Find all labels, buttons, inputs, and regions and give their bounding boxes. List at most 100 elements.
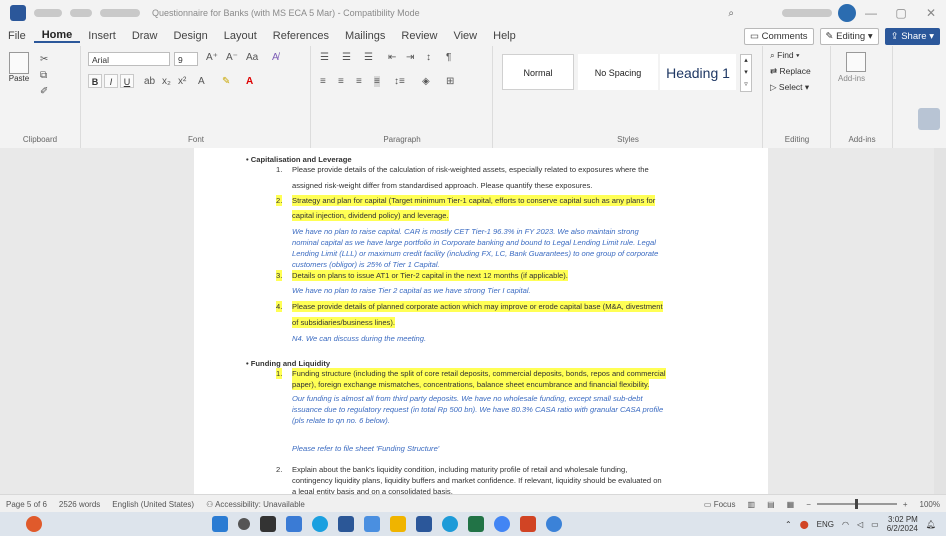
subscript-icon[interactable]: x₂	[162, 76, 171, 87]
zoom-in-icon[interactable]: +	[897, 500, 914, 509]
battery-icon[interactable]: ▭	[871, 520, 879, 529]
style-no-spacing[interactable]: No Spacing	[578, 54, 658, 90]
excel-icon[interactable]	[468, 516, 484, 532]
skype-icon[interactable]	[442, 516, 458, 532]
shading-icon[interactable]: ◈	[422, 76, 430, 87]
clear-formatting-icon[interactable]: A̸	[272, 52, 279, 63]
tab-insert[interactable]: Insert	[80, 30, 124, 42]
powerpoint-icon[interactable]	[520, 516, 536, 532]
addins-icon[interactable]	[846, 52, 866, 72]
change-case-icon[interactable]: Aa	[246, 52, 258, 63]
accessibility-status[interactable]: ⚇ Accessibility: Unavailable	[200, 500, 311, 509]
select-button[interactable]: ▷ Select ▾	[770, 82, 809, 93]
avatar[interactable]	[838, 4, 856, 22]
underline-icon[interactable]: U	[120, 74, 134, 88]
search-taskbar-icon[interactable]	[238, 518, 250, 530]
grow-font-icon[interactable]: A⁺	[206, 52, 218, 63]
web-layout-icon[interactable]: ▦	[781, 500, 801, 509]
styles-scroll[interactable]: ▴ ▾ ▿	[740, 54, 752, 92]
copy-icon[interactable]: ⧉	[40, 70, 47, 81]
strikethrough-icon[interactable]: ab	[144, 76, 155, 87]
numbering-icon[interactable]: ☰	[342, 52, 351, 63]
font-name-select[interactable]: Arial	[88, 52, 170, 66]
copilot-icon[interactable]	[918, 108, 940, 130]
zoom-out-icon[interactable]: −	[800, 500, 817, 509]
highlight-icon[interactable]: ✎	[222, 76, 230, 87]
save-icon[interactable]	[70, 9, 92, 17]
cut-icon[interactable]: ✂	[40, 54, 48, 65]
align-left-icon[interactable]: ≡	[320, 76, 326, 87]
clock[interactable]: 3:02 PM 6/2/2024	[887, 515, 918, 533]
decrease-indent-icon[interactable]: ⇤	[388, 52, 396, 63]
focus-button[interactable]: ▭ Focus	[698, 500, 742, 509]
document-page[interactable]: • Capitalisation and Leverage 1. Please …	[194, 148, 768, 494]
line-spacing-icon[interactable]: ↕≡	[394, 76, 405, 87]
style-normal[interactable]: Normal	[502, 54, 574, 90]
paste-button[interactable]: Paste	[6, 52, 32, 83]
tab-draw[interactable]: Draw	[124, 30, 166, 42]
notification-icon[interactable]: 🔔︎	[926, 520, 936, 529]
file-explorer-icon[interactable]	[390, 516, 406, 532]
comments-button[interactable]: ▭ Comments	[743, 27, 814, 45]
read-mode-icon[interactable]: ▥	[742, 500, 762, 509]
style-heading-1[interactable]: Heading 1	[660, 54, 736, 90]
undo-redo-icons[interactable]	[100, 9, 140, 17]
task-view-icon[interactable]	[260, 516, 276, 532]
find-button[interactable]: ⌕ Find ▾	[770, 50, 800, 61]
language-tray[interactable]: ENG	[817, 520, 834, 529]
print-layout-icon[interactable]: ▤	[761, 500, 781, 509]
widgets-icon[interactable]	[26, 516, 42, 532]
outlook-icon[interactable]	[338, 516, 354, 532]
format-painter-icon[interactable]: ✐	[40, 86, 48, 97]
edge-icon[interactable]	[312, 516, 328, 532]
search-icon[interactable]: ⌕	[728, 8, 734, 19]
tab-references[interactable]: References	[265, 30, 337, 42]
bold-icon[interactable]: B	[88, 74, 102, 88]
share-button[interactable]: ⇪ Share ▾	[884, 27, 940, 45]
tab-file[interactable]: File	[0, 30, 34, 42]
browser-icon[interactable]	[546, 516, 562, 532]
tab-view[interactable]: View	[445, 30, 485, 42]
word-count[interactable]: 2526 words	[53, 500, 106, 509]
tab-design[interactable]: Design	[165, 30, 215, 42]
shrink-font-icon[interactable]: A⁻	[226, 52, 238, 63]
teams-icon[interactable]	[286, 516, 302, 532]
editing-mode-button[interactable]: ✎ Editing ▾	[819, 27, 879, 45]
restore-icon[interactable]: ▢	[886, 6, 916, 20]
tab-review[interactable]: Review	[393, 30, 445, 42]
zoom-level[interactable]: 100%	[914, 500, 946, 509]
align-right-icon[interactable]: ≡	[356, 76, 362, 87]
vertical-scrollbar[interactable]	[934, 148, 946, 494]
font-size-select[interactable]: 9	[174, 52, 198, 66]
minimize-icon[interactable]: —	[856, 6, 886, 20]
chevron-up-icon[interactable]: ⌃	[785, 520, 792, 529]
wifi-icon[interactable]: ◠	[842, 520, 849, 529]
zoom-slider-thumb[interactable]	[854, 499, 858, 509]
photos-icon[interactable]	[364, 516, 380, 532]
word-taskbar-icon[interactable]	[416, 516, 432, 532]
increase-indent-icon[interactable]: ⇥	[406, 52, 414, 63]
close-icon[interactable]: ✕	[916, 6, 946, 20]
tab-layout[interactable]: Layout	[216, 30, 265, 42]
multilevel-list-icon[interactable]: ☰	[364, 52, 373, 63]
volume-icon[interactable]: ◁	[857, 520, 863, 529]
font-color-icon[interactable]: A	[246, 76, 253, 87]
replace-button[interactable]: ⇄ Replace	[770, 66, 811, 77]
tab-home[interactable]: Home	[33, 29, 81, 43]
chrome-icon[interactable]	[494, 516, 510, 532]
sort-icon[interactable]: ↕	[426, 52, 431, 63]
start-icon[interactable]	[212, 516, 228, 532]
tab-help[interactable]: Help	[485, 30, 524, 42]
account-name[interactable]	[782, 9, 832, 17]
zoom-slider[interactable]	[816, 499, 897, 509]
justify-icon[interactable]: ≡	[374, 76, 380, 87]
align-center-icon[interactable]: ≡	[338, 76, 344, 87]
show-marks-icon[interactable]: ¶	[446, 52, 451, 63]
bullets-icon[interactable]: ☰	[320, 52, 329, 63]
text-effects-icon[interactable]: A	[198, 76, 205, 87]
italic-icon[interactable]: I	[104, 74, 118, 88]
tab-mailings[interactable]: Mailings	[337, 30, 393, 42]
language-indicator[interactable]: English (United States)	[106, 500, 200, 509]
page-count[interactable]: Page 5 of 6	[0, 500, 53, 509]
antivirus-icon[interactable]: ⬤	[800, 520, 809, 529]
